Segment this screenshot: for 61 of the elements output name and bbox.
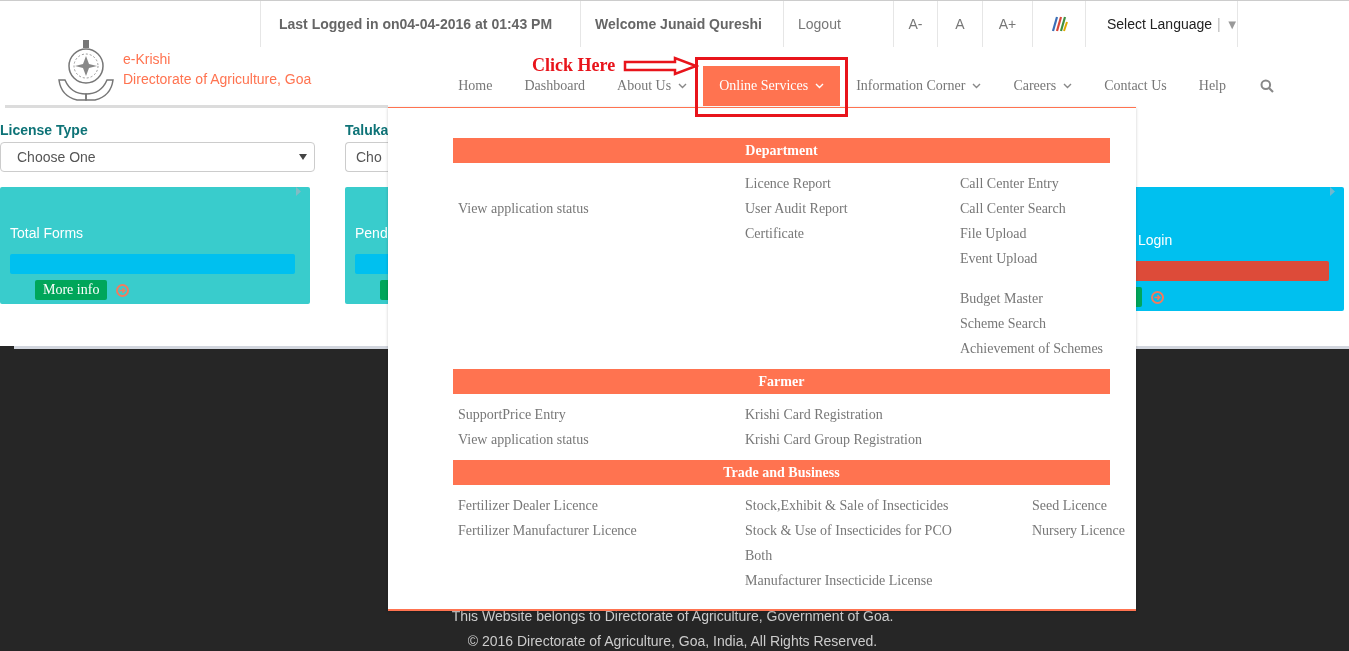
- menu-link[interactable]: Call Center Search: [960, 196, 1066, 221]
- caret-icon: [299, 154, 307, 160]
- annotation-text: Click Here: [532, 54, 616, 76]
- menu-link[interactable]: Manufacturer Insecticide License: [745, 568, 933, 593]
- site-name: e-Krishi: [123, 50, 172, 69]
- menu-link[interactable]: File Upload: [960, 221, 1027, 246]
- nav-link[interactable]: Contact Us: [1098, 76, 1173, 96]
- menu-link[interactable]: Krishi Card Group Registration: [745, 427, 922, 452]
- menu-link[interactable]: Fertilizer Manufacturer Licence: [458, 518, 637, 543]
- separator-text: |: [1217, 16, 1221, 32]
- menu-link[interactable]: Stock & Use of Insecticides for PCO: [745, 518, 952, 543]
- menu-link[interactable]: SupportPrice Entry: [458, 402, 566, 427]
- menu-link[interactable]: View application status: [458, 427, 589, 452]
- card-title: Total Forms: [10, 225, 85, 241]
- arrow-circle-icon: [1151, 290, 1164, 304]
- menu-link[interactable]: Stock,Exhibit & Sale of Insecticides: [745, 493, 949, 518]
- brushes-icon[interactable]: [1049, 14, 1069, 34]
- font-size-button[interactable]: A-: [893, 1, 937, 47]
- menu-link[interactable]: Certificate: [745, 221, 805, 246]
- footer-text: © 2016 Directorate of Agriculture, Goa, India, All Rights Reserved.: [466, 632, 879, 650]
- last-login-text: Last Logged in on04-04-2016 at 01:43 PM: [260, 1, 580, 47]
- menu-link[interactable]: Licence Report: [745, 171, 831, 196]
- triangle-icon: [296, 187, 301, 196]
- menu-link[interactable]: User Audit Report: [745, 196, 848, 221]
- menu-link[interactable]: Both: [745, 543, 773, 568]
- font-size-button[interactable]: A: [937, 1, 982, 47]
- section-header: Department: [453, 138, 1110, 163]
- nav-link[interactable]: Dashboard: [518, 76, 592, 96]
- dropdown-caret[interactable]: ▼: [1225, 16, 1239, 32]
- menu-link[interactable]: Call Center Entry: [960, 171, 1059, 196]
- menu-link[interactable]: Seed Licence: [1032, 493, 1107, 518]
- search-icon[interactable]: [1260, 79, 1274, 93]
- nav-link[interactable]: Home: [452, 76, 499, 96]
- arrow-circle-icon: [116, 283, 130, 297]
- more-info-button[interactable]: More info: [35, 280, 108, 300]
- section-header: Farmer: [453, 369, 1110, 394]
- nav-link[interactable]: Online Services: [703, 66, 841, 106]
- menu-link[interactable]: Fertilizer Dealer Licence: [458, 493, 598, 518]
- select-field[interactable]: Choose One: [0, 142, 315, 172]
- menu-link[interactable]: Event Upload: [960, 246, 1038, 271]
- menu-link[interactable]: Achievement of Schemes: [960, 336, 1104, 361]
- field-label: License Type: [0, 122, 89, 138]
- card-title: Login: [1138, 232, 1174, 248]
- welcome-text: Welcome Junaid Qureshi: [580, 1, 783, 47]
- menu-link[interactable]: Budget Master: [960, 286, 1043, 311]
- menu-link[interactable]: Nursery Licence: [1032, 518, 1125, 543]
- site-subtitle: Directorate of Agriculture, Goa: [123, 70, 312, 89]
- menu-link[interactable]: Krishi Card Registration: [745, 402, 883, 427]
- nav-link[interactable]: About Us: [611, 76, 694, 96]
- font-size-button[interactable]: A+: [982, 1, 1032, 47]
- menu-link[interactable]: View application status: [458, 196, 589, 221]
- section-header: Trade and Business: [453, 460, 1110, 485]
- triangle-icon: [1330, 187, 1335, 196]
- menu-link[interactable]: Scheme Search: [960, 311, 1046, 336]
- nav-link[interactable]: Information Corner: [850, 76, 988, 96]
- card-title: Pend: [355, 225, 388, 241]
- language-select[interactable]: Select Language: [1107, 16, 1213, 32]
- nav-link[interactable]: Help: [1192, 76, 1232, 96]
- logout-link[interactable]: Logout: [783, 1, 893, 47]
- field-label: Taluka: [345, 122, 388, 138]
- nav-link[interactable]: Careers: [1007, 76, 1079, 96]
